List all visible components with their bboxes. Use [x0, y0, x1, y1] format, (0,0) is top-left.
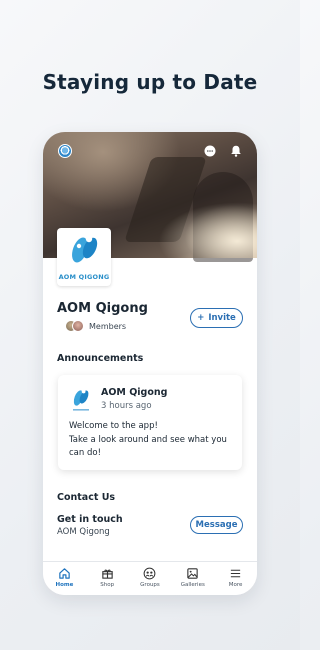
phone-frame: AOM QIGONG AOM Qigong Members + Invite A… — [43, 132, 257, 595]
post-time: 3 hours ago — [101, 401, 152, 411]
post-line: Take a look around and see what you — [69, 434, 227, 445]
invite-label: Invite — [208, 313, 236, 323]
member-avatar — [72, 320, 84, 332]
announcements-title: Announcements — [57, 353, 144, 364]
members-row[interactable]: Members — [65, 320, 126, 332]
profile-avatar[interactable] — [58, 144, 72, 158]
message-button[interactable]: Message — [190, 516, 243, 534]
logo-text: AOM QIGONG — [58, 273, 110, 281]
contact-name: AOM Qigong — [57, 527, 110, 537]
aom-logo-icon — [72, 235, 98, 263]
announcement-card[interactable]: AOM Qigong 3 hours ago Welcome to the ap… — [58, 375, 242, 470]
nav-label: Shop — [100, 582, 115, 588]
bell-icon[interactable] — [229, 144, 243, 158]
page-headline: Staying up to Date — [42, 70, 258, 94]
nav-galleries[interactable]: Galleries — [171, 562, 214, 595]
plus-icon: + — [197, 313, 205, 323]
group-name: AOM Qigong — [57, 301, 148, 316]
invite-button[interactable]: + Invite — [190, 308, 243, 328]
menu-icon — [230, 569, 241, 578]
groups-icon — [144, 567, 156, 580]
nav-more[interactable]: More — [214, 562, 257, 595]
gift-icon — [101, 569, 113, 579]
bottom-nav: Home Shop Groups Galleries More — [43, 561, 257, 595]
post-author-avatar — [68, 387, 94, 413]
post-line: Welcome to the app! — [69, 421, 158, 431]
nav-label: Home — [55, 582, 74, 588]
nav-label: More — [228, 582, 243, 588]
post-author: AOM Qigong — [101, 387, 168, 398]
nav-groups[interactable]: Groups — [129, 562, 172, 595]
contact-subtitle: Get in touch — [57, 514, 123, 525]
nav-label: Galleries — [180, 582, 205, 588]
contact-title: Contact Us — [57, 492, 116, 503]
aom-logo-icon — [73, 389, 89, 411]
members-label: Members — [89, 321, 127, 331]
gallery-icon — [187, 568, 198, 579]
nav-home[interactable]: Home — [43, 562, 86, 595]
group-logo: AOM QIGONG — [57, 228, 111, 286]
post-body: Welcome to the app! Take a look around a… — [69, 420, 239, 461]
nav-label: Groups — [140, 582, 160, 588]
nav-shop[interactable]: Shop — [86, 562, 129, 595]
post-line: can do! — [69, 448, 101, 458]
home-icon — [59, 568, 70, 579]
chat-icon[interactable] — [203, 144, 217, 158]
